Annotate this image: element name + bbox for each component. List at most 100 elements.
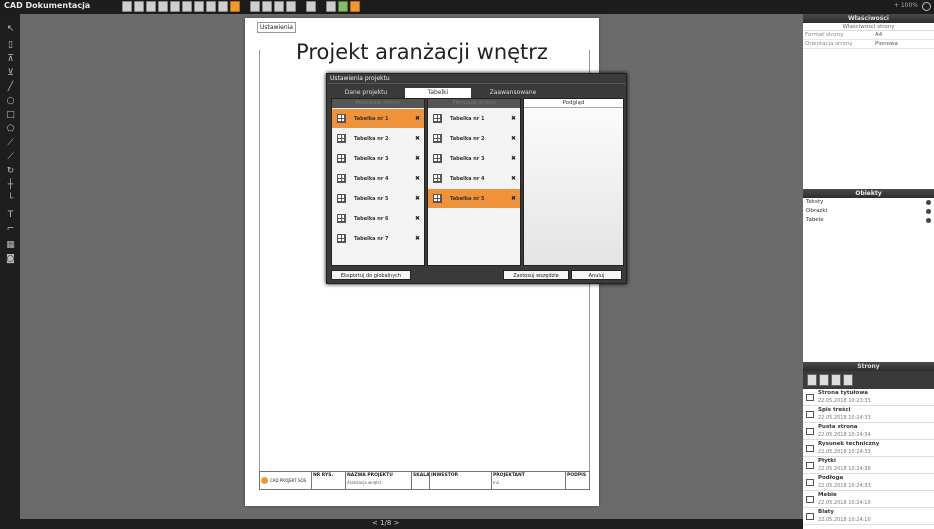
align-right-icon[interactable]	[274, 1, 284, 12]
table-icon	[337, 174, 346, 183]
visibility-icon[interactable]	[926, 200, 931, 205]
remove-icon[interactable]: ✖	[511, 115, 516, 122]
pointer-icon[interactable]: ↖	[5, 24, 16, 34]
line-icon[interactable]: ╱	[5, 82, 16, 92]
tab-project-data[interactable]: Dane projektu	[333, 88, 399, 98]
page-list-item[interactable]: Pusta strona 22.05.2018 10:24:34	[803, 423, 934, 440]
delete-page-icon[interactable]	[831, 374, 841, 386]
table-template-item[interactable]: Tabelka nr 2 ✖	[428, 129, 520, 148]
page-list-item[interactable]: Blaty 22.05.2018 10:24:10	[803, 508, 934, 525]
table-template-item[interactable]: Tabelka nr 5 ✖	[332, 189, 424, 208]
table-template-item[interactable]: Tabelka nr 7 ✖	[332, 229, 424, 248]
table-template-item[interactable]: Tabelka nr 1 ✖	[428, 109, 520, 128]
object-item[interactable]: Tabele	[803, 216, 934, 225]
image-tool-icon[interactable]: ◙	[5, 254, 16, 264]
align-bottom-icon[interactable]: ⊻	[5, 68, 16, 78]
table-icon[interactable]: ▦	[5, 240, 16, 250]
align-center-icon[interactable]	[262, 1, 272, 12]
remove-icon[interactable]: ✖	[415, 195, 420, 202]
rotate-icon[interactable]: ↻	[5, 166, 16, 176]
cancel-button[interactable]: Anuluj	[571, 270, 622, 280]
plugin-icon[interactable]	[338, 1, 348, 12]
visibility-icon[interactable]	[926, 209, 931, 214]
table-template-item[interactable]: Tabelka nr 5 ✖	[428, 189, 520, 208]
rectangle-icon[interactable]: □	[5, 110, 16, 120]
page-list-item[interactable]: Spis treści 22.05.2018 10:24:33	[803, 406, 934, 423]
table-template-item[interactable]: Tabelka nr 3 ✖	[428, 149, 520, 168]
copy-icon[interactable]	[182, 1, 192, 12]
preview-area	[524, 108, 623, 265]
zoom-level[interactable]: + 100%	[894, 2, 918, 9]
remove-icon[interactable]: ✖	[511, 135, 516, 142]
prop-format[interactable]: Format strony A4	[803, 31, 934, 40]
remove-icon[interactable]: ✖	[415, 135, 420, 142]
table-template-item[interactable]: Tabelka nr 2 ✖	[332, 129, 424, 148]
redo-icon[interactable]	[170, 1, 180, 12]
settings-icon[interactable]	[230, 1, 240, 12]
table-icon	[433, 114, 442, 123]
add-page-icon[interactable]	[807, 374, 817, 386]
fill-icon[interactable]: ⌐	[5, 224, 16, 234]
text-icon[interactable]: T	[5, 210, 16, 220]
tb-header: PROJEKTANT	[493, 473, 525, 478]
corner-icon[interactable]: └	[5, 194, 16, 204]
dimension-icon[interactable]: ┼	[5, 180, 16, 190]
page-list-item[interactable]: Strona tytułowa 22.05.2018 10:23:33	[803, 389, 934, 406]
table-template-item[interactable]: Tabelka nr 4 ✖	[332, 169, 424, 188]
export-global-button[interactable]: Eksportuj do globalnych	[331, 270, 411, 280]
prop-orientation[interactable]: Orientacja strony Pionowa	[803, 40, 934, 49]
remove-icon[interactable]: ✖	[415, 115, 420, 122]
table-template-item[interactable]: Tabelka nr 3 ✖	[332, 149, 424, 168]
help-icon[interactable]	[350, 1, 360, 12]
align-top-icon[interactable]: ⊼	[5, 54, 16, 64]
circle-icon[interactable]: ○	[5, 96, 16, 106]
paste-icon[interactable]	[194, 1, 204, 12]
export-icon[interactable]	[218, 1, 228, 12]
zoom-icon[interactable]	[922, 2, 931, 11]
save-icon[interactable]	[146, 1, 156, 12]
page-list-item[interactable]: Podłoga 22.05.2018 10:24:33	[803, 474, 934, 491]
page-list-item[interactable]: Płytki 22.05.2018 10:24:39	[803, 457, 934, 474]
remove-icon[interactable]: ✖	[415, 235, 420, 242]
title-bar: CAD Dokumentacja + 100%	[0, 0, 934, 14]
app-title: CAD Dokumentacja	[4, 1, 91, 10]
table-template-item[interactable]: Tabelka nr 4 ✖	[428, 169, 520, 188]
tb-cell-designer: PROJEKTANT Inż.	[492, 472, 566, 489]
polyline-icon[interactable]: ⟋	[5, 138, 16, 148]
new-icon[interactable]	[122, 1, 132, 12]
remove-icon[interactable]: ✖	[511, 155, 516, 162]
polygon-icon[interactable]: ⬠	[5, 124, 16, 134]
object-item[interactable]: Obrazki	[803, 207, 934, 216]
table-icon	[433, 154, 442, 163]
table-template-item[interactable]: Tabelka nr 6 ✖	[332, 209, 424, 228]
page-navigator[interactable]: < 1/8 >	[372, 519, 399, 527]
remove-icon[interactable]: ✖	[415, 155, 420, 162]
tab-tables[interactable]: Tabelki	[405, 88, 471, 98]
prop-value[interactable]: A4	[875, 32, 882, 38]
title-block[interactable]: CAD PROJEKT SOS NR RYS. NAZWA PROJEKTU A…	[259, 471, 590, 490]
page-icon[interactable]: ▯	[5, 40, 16, 50]
tab-advanced[interactable]: Zaawansowane	[477, 88, 549, 98]
undo-icon[interactable]	[158, 1, 168, 12]
template-page-icon[interactable]	[843, 374, 853, 386]
object-item[interactable]: Teksty	[803, 198, 934, 207]
image-icon[interactable]	[326, 1, 336, 12]
remove-icon[interactable]: ✖	[511, 175, 516, 182]
arc-icon[interactable]: ⟋	[5, 152, 16, 162]
apply-everywhere-button[interactable]: Zastosuj wszędzie	[503, 270, 569, 280]
prop-value[interactable]: Pionowa	[875, 41, 898, 47]
print-icon[interactable]	[206, 1, 216, 12]
duplicate-page-icon[interactable]	[819, 374, 829, 386]
table-template-item[interactable]: Tabelka nr 1 ✖	[332, 109, 424, 128]
page-tab[interactable]: Ustawienia	[257, 22, 296, 33]
page-list-item[interactable]: Rysunek techniczny 22.05.2018 10:24:33	[803, 440, 934, 457]
remove-icon[interactable]: ✖	[415, 175, 420, 182]
align-left-icon[interactable]	[250, 1, 260, 12]
layer-icon[interactable]	[306, 1, 316, 12]
visibility-icon[interactable]	[926, 218, 931, 223]
remove-icon[interactable]: ✖	[415, 215, 420, 222]
open-icon[interactable]	[134, 1, 144, 12]
page-list-item[interactable]: Meble 22.05.2018 10:24:10	[803, 491, 934, 508]
distribute-icon[interactable]	[286, 1, 296, 12]
remove-icon[interactable]: ✖	[511, 195, 516, 202]
